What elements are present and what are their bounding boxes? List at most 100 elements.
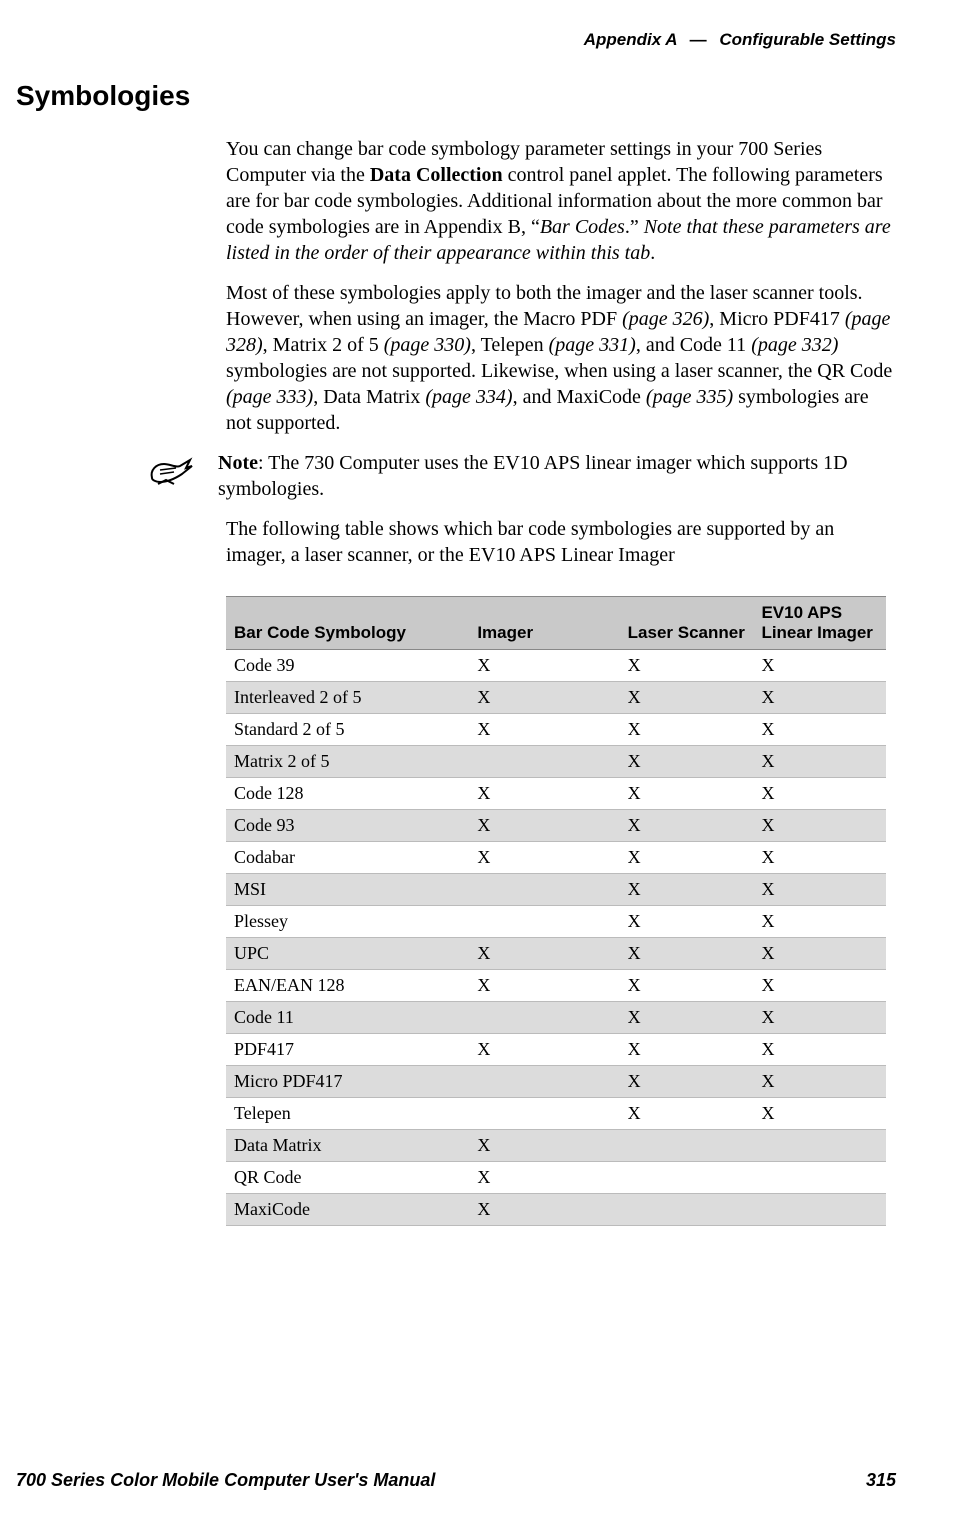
table-cell: X — [753, 874, 886, 906]
table-cell: Standard 2 of 5 — [226, 714, 469, 746]
table-cell: X — [469, 810, 619, 842]
th-ev10: EV10 APS Linear Imager — [753, 597, 886, 650]
table-row: PlesseyXX — [226, 906, 886, 938]
paragraph-3: The following table shows which bar code… — [226, 516, 896, 568]
table-cell: X — [753, 970, 886, 1002]
table-cell: X — [469, 842, 619, 874]
table-cell: X — [753, 682, 886, 714]
table-cell: X — [753, 1098, 886, 1130]
table-cell: X — [469, 1034, 619, 1066]
table-cell: X — [753, 778, 886, 810]
table-cell: Codabar — [226, 842, 469, 874]
table-row: Micro PDF417XX — [226, 1066, 886, 1098]
table-row: Code 39XXX — [226, 650, 886, 682]
para2-i6: (page 333) — [226, 386, 313, 408]
table-cell: X — [620, 810, 754, 842]
para1-text3: .” — [625, 216, 644, 238]
note-label: Note — [218, 452, 258, 474]
para2-t2: , Micro PDF417 — [709, 308, 845, 330]
table-cell: X — [753, 1034, 886, 1066]
paragraph-2: Most of these symbologies apply to both … — [226, 280, 896, 436]
note-body: : The 730 Computer uses the EV10 APS lin… — [218, 452, 848, 500]
table-cell: X — [620, 970, 754, 1002]
table-cell: X — [620, 906, 754, 938]
table-cell: X — [753, 714, 886, 746]
table-row: UPCXXX — [226, 938, 886, 970]
symbology-table: Bar Code Symbology Imager Laser Scanner … — [226, 596, 886, 1226]
body-text: You can change bar code symbology parame… — [226, 136, 896, 436]
table-cell: X — [620, 938, 754, 970]
table-header-row: Bar Code Symbology Imager Laser Scanner … — [226, 597, 886, 650]
table-cell: X — [753, 906, 886, 938]
para1-italic1: Bar Codes — [540, 216, 625, 238]
table-cell — [620, 1194, 754, 1226]
table-cell: MSI — [226, 874, 469, 906]
table-cell: Data Matrix — [226, 1130, 469, 1162]
table-cell: Code 128 — [226, 778, 469, 810]
header-title: Configurable Settings — [719, 30, 896, 49]
page-footer: 700 Series Color Mobile Computer User's … — [16, 1470, 896, 1491]
para2-t6: symbologies are not supported. Likewise,… — [226, 360, 892, 382]
table-cell: X — [469, 714, 619, 746]
table-cell — [469, 906, 619, 938]
table-cell — [469, 1098, 619, 1130]
table-row: Code 128XXX — [226, 778, 886, 810]
table-cell: X — [469, 778, 619, 810]
header-appendix: Appendix A — [584, 30, 677, 49]
table-cell: X — [620, 682, 754, 714]
table-cell: X — [753, 1002, 886, 1034]
para2-i7: (page 334) — [425, 386, 512, 408]
table-cell: X — [469, 1130, 619, 1162]
table-cell: Telepen — [226, 1098, 469, 1130]
table-cell: Code 39 — [226, 650, 469, 682]
table-cell — [620, 1162, 754, 1194]
table-row: Matrix 2 of 5XX — [226, 746, 886, 778]
table-cell — [469, 1002, 619, 1034]
note-text-container: Note: The 730 Computer uses the EV10 APS… — [218, 450, 896, 502]
table-cell: X — [620, 746, 754, 778]
table-cell: X — [753, 1066, 886, 1098]
table-row: PDF417XXX — [226, 1034, 886, 1066]
table-cell: X — [620, 874, 754, 906]
para2-i4: (page 331) — [549, 334, 636, 356]
th-symbology: Bar Code Symbology — [226, 597, 469, 650]
th-laser: Laser Scanner — [620, 597, 754, 650]
table-cell: X — [620, 714, 754, 746]
note-block: Note: The 730 Computer uses the EV10 APS… — [146, 450, 896, 502]
table-cell: X — [469, 650, 619, 682]
table-cell: QR Code — [226, 1162, 469, 1194]
table-body: Code 39XXXInterleaved 2 of 5XXXStandard … — [226, 650, 886, 1226]
table-cell: X — [469, 938, 619, 970]
table-cell: Code 11 — [226, 1002, 469, 1034]
table-row: Code 11 XX — [226, 1002, 886, 1034]
table-cell: X — [620, 650, 754, 682]
para2-i1: (page 326) — [622, 308, 709, 330]
para2-t8: , and MaxiCode — [513, 386, 646, 408]
table-cell: X — [753, 650, 886, 682]
table-cell: X — [620, 778, 754, 810]
table-cell: X — [469, 682, 619, 714]
table-row: Interleaved 2 of 5XXX — [226, 682, 886, 714]
table-cell — [469, 874, 619, 906]
table-cell — [469, 1066, 619, 1098]
symbology-table-wrap: Bar Code Symbology Imager Laser Scanner … — [226, 596, 896, 1226]
table-row: MSI XX — [226, 874, 886, 906]
note-icon — [146, 450, 196, 497]
table-cell: X — [620, 1034, 754, 1066]
table-cell: X — [620, 1002, 754, 1034]
table-row: MaxiCodeX — [226, 1194, 886, 1226]
para2-t5: , and Code 11 — [636, 334, 751, 356]
table-cell — [753, 1162, 886, 1194]
table-cell: X — [469, 1194, 619, 1226]
table-cell — [753, 1130, 886, 1162]
para2-t7: , Data Matrix — [313, 386, 425, 408]
table-cell — [620, 1130, 754, 1162]
table-cell: X — [620, 1098, 754, 1130]
table-cell: Code 93 — [226, 810, 469, 842]
table-cell: MaxiCode — [226, 1194, 469, 1226]
page-content: Symbologies You can change bar code symb… — [0, 0, 976, 1226]
table-cell: X — [469, 970, 619, 1002]
table-cell: PDF417 — [226, 1034, 469, 1066]
footer-page: 315 — [866, 1470, 896, 1491]
table-cell — [469, 746, 619, 778]
